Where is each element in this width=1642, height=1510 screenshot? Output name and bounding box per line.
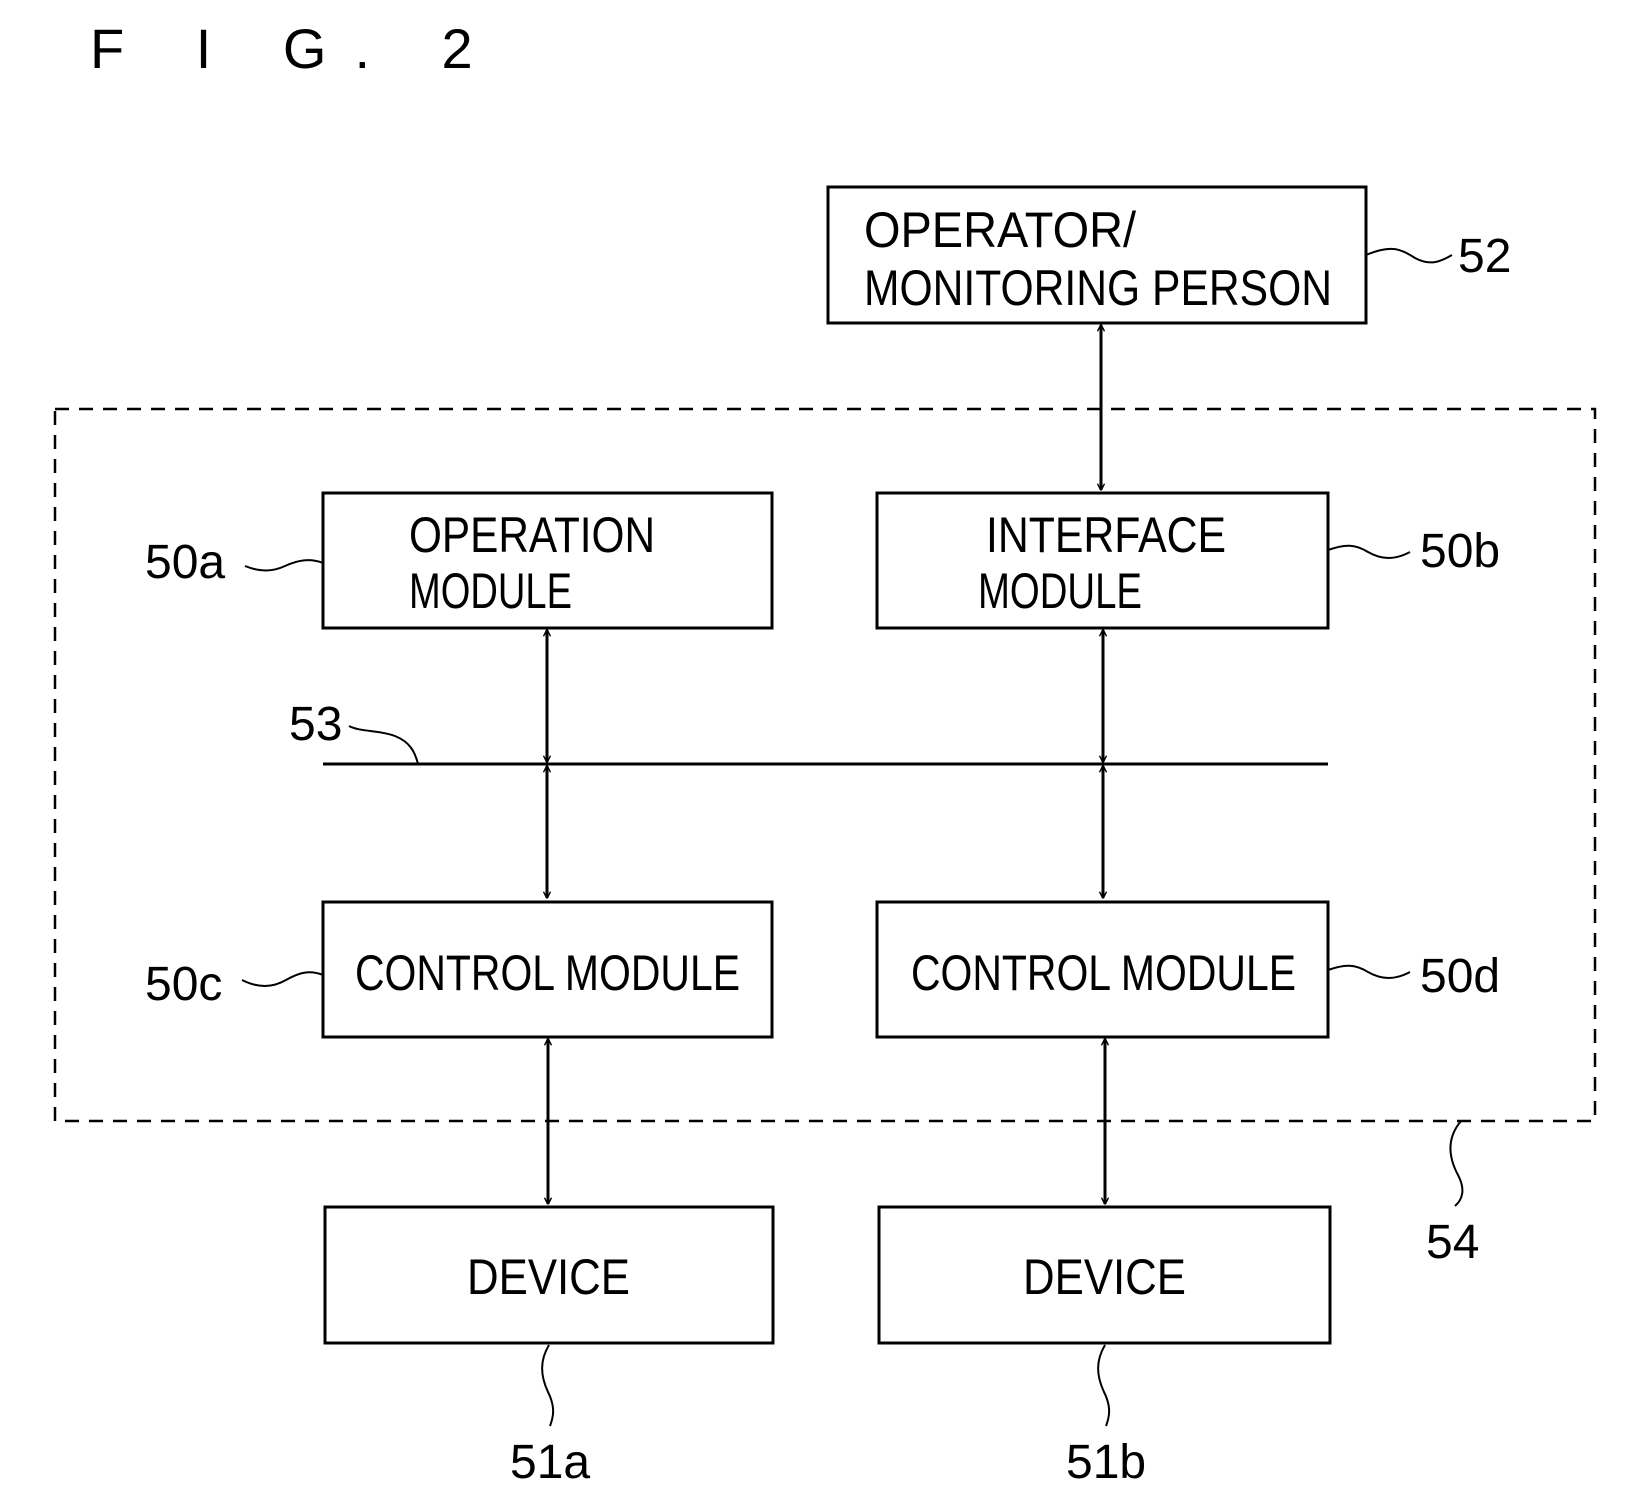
ref-label-50c: 50c bbox=[145, 958, 222, 1011]
interface-module-line-1: INTERFACE bbox=[986, 507, 1226, 563]
ref-label-54: 54 bbox=[1426, 1216, 1479, 1269]
ref-label-53: 53 bbox=[289, 698, 342, 751]
device-left-label: DEVICE bbox=[467, 1249, 630, 1305]
leader-51b bbox=[1097, 1344, 1111, 1427]
device-right-label: DEVICE bbox=[1023, 1249, 1186, 1305]
figure-title: F I G. 2 bbox=[90, 17, 501, 80]
operation-module-line-2: MODULE bbox=[409, 563, 572, 619]
leader-53 bbox=[348, 725, 419, 765]
ref-label-51b: 51b bbox=[1066, 1436, 1146, 1489]
control-module-right-label: CONTROL MODULE bbox=[911, 945, 1296, 1001]
leader-50c bbox=[241, 971, 324, 987]
leader-52 bbox=[1365, 247, 1453, 264]
leader-50b bbox=[1327, 544, 1411, 559]
control-module-left-label: CONTROL MODULE bbox=[355, 945, 740, 1001]
ref-label-50d: 50d bbox=[1420, 950, 1500, 1003]
leader-50a bbox=[244, 559, 324, 572]
interface-module-line-2: MODULE bbox=[978, 563, 1142, 619]
operation-module-line-1: OPERATION bbox=[409, 507, 655, 563]
leader-50d bbox=[1327, 964, 1411, 979]
leader-54 bbox=[1449, 1120, 1464, 1207]
ref-label-52: 52 bbox=[1458, 230, 1511, 283]
operator-box-line-1: OPERATOR/ bbox=[864, 202, 1136, 258]
block-diagram: F I G. 2 54 OPERATOR/ MONITORING PERSON … bbox=[53, 17, 1597, 1489]
ref-label-50b: 50b bbox=[1420, 525, 1500, 578]
ref-label-50a: 50a bbox=[145, 536, 225, 589]
ref-label-51a: 51a bbox=[510, 1436, 590, 1489]
operator-box-line-2: MONITORING PERSON bbox=[864, 260, 1332, 316]
leader-51a bbox=[541, 1344, 555, 1427]
